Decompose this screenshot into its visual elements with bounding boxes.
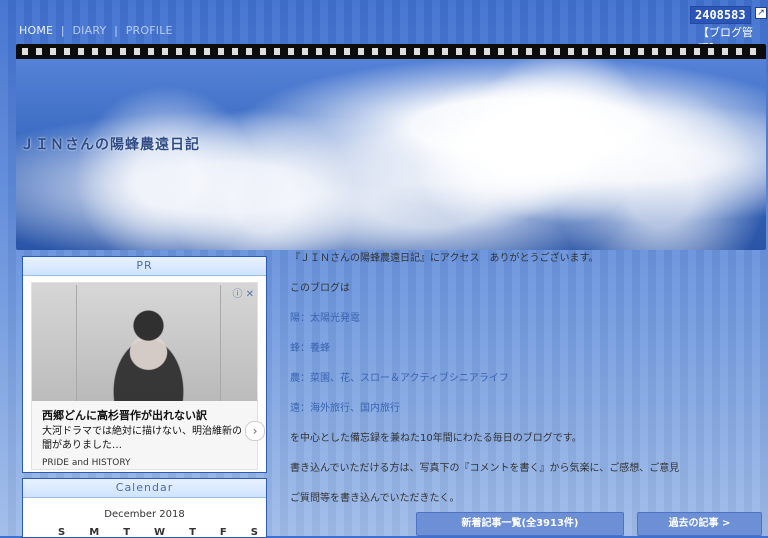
ad-headline[interactable]: 西郷どんに高杉晋作が出れない訳 bbox=[42, 407, 207, 423]
intro-line: 遠：海外旅行、国内旅行 bbox=[290, 403, 400, 414]
weekday-label: F bbox=[219, 527, 227, 538]
blog-title[interactable]: ＪＩＮさんの陽蜂農遠日記 bbox=[20, 134, 200, 154]
ad-source[interactable]: PRIDE and HISTORY bbox=[42, 458, 131, 468]
ad-choices-icon[interactable]: ⓘ ✕ bbox=[232, 285, 254, 300]
header-banner: ＪＩＮさんの陽蜂農遠日記 bbox=[16, 44, 766, 250]
external-link-icon[interactable]: ↗ bbox=[755, 7, 767, 19]
weekday-label: T bbox=[189, 527, 196, 538]
calendar-panel: Calendar December 2018 S M T W T F S bbox=[22, 478, 267, 538]
weekday-label: S bbox=[58, 527, 66, 538]
visitor-counter: 2408583 bbox=[690, 6, 751, 24]
intro-line: を中心とした備忘録を兼ねた10年間にわたる毎日のブログです。 bbox=[290, 433, 582, 444]
advertisement[interactable]: ⓘ ✕ 西郷どんに高杉晋作が出れない訳 大河ドラマでは絶対に描けない、明治維新の… bbox=[31, 282, 265, 470]
ad-photo bbox=[76, 285, 221, 401]
weekday-label: W bbox=[154, 527, 166, 538]
weekday-label: T bbox=[123, 527, 131, 538]
clouds-image bbox=[16, 59, 766, 250]
nav-separator: | bbox=[60, 24, 65, 37]
filmstrip-border bbox=[16, 44, 766, 59]
calendar-month: December 2018 bbox=[104, 509, 185, 520]
ad-description[interactable]: 大河ドラマでは絶対に描けない、明治維新の闇がありました… bbox=[42, 425, 247, 453]
weekday-label: S bbox=[250, 527, 258, 538]
new-articles-button[interactable]: 新着記事一覧(全3913件) bbox=[416, 512, 624, 536]
intro-line: このブログは bbox=[290, 283, 350, 294]
weekday-label: M bbox=[89, 527, 100, 538]
nav-diary-link[interactable]: DIARY bbox=[72, 24, 106, 37]
ad-image[interactable]: ⓘ ✕ bbox=[32, 283, 257, 401]
intro-line: 陽：太陽光発電 bbox=[290, 313, 360, 324]
nav-home-link[interactable]: HOME bbox=[19, 24, 53, 37]
pr-panel: PR ⓘ ✕ 西郷どんに高杉晋作が出れない訳 大河ドラマでは絶対に描けない、明治… bbox=[22, 256, 267, 473]
nav-separator: | bbox=[114, 24, 118, 37]
intro-line: ご質問等を書き込んでいただきたく。 bbox=[290, 493, 460, 504]
intro-content: 『ＪＩＮさんの陽蜂農遠日記』にアクセス ありがとうございます。 このブログは 陽… bbox=[290, 252, 760, 522]
chevron-right-icon[interactable]: › bbox=[245, 421, 265, 441]
past-articles-button[interactable]: 過去の記事 > bbox=[637, 512, 762, 536]
intro-line: 蜂：養蜂 bbox=[290, 343, 330, 354]
intro-line: 『ＪＩＮさんの陽蜂農遠日記』にアクセス ありがとうございます。 bbox=[290, 253, 599, 264]
calendar-weekdays: S M T W T F S bbox=[58, 527, 258, 538]
intro-line: 農：菜園、花、スロー＆アクティブシニアライフ bbox=[290, 373, 509, 384]
calendar-panel-title: Calendar bbox=[23, 479, 266, 498]
top-navigation: HOME | DIARY | PROFILE bbox=[19, 24, 173, 37]
intro-line: 書き込んでいただける方は、写真下の『コメントを書く』から気楽に、ご感想、ご意見 bbox=[290, 463, 680, 474]
nav-profile-link[interactable]: PROFILE bbox=[126, 24, 173, 37]
pr-panel-title: PR bbox=[23, 257, 266, 276]
